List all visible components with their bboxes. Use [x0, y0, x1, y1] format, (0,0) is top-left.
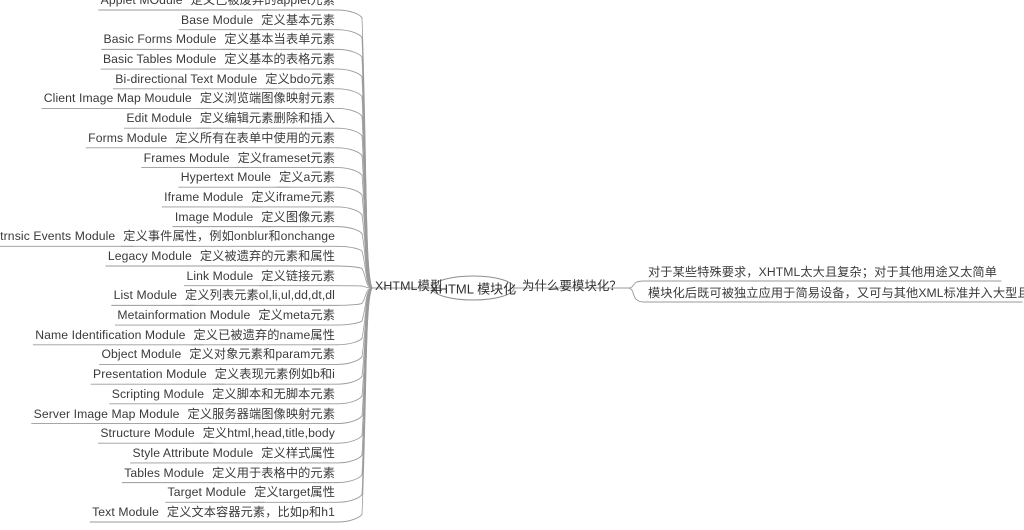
detail-text: 对于某些特殊要求，XHTML太大且复杂；对于其他用途又太简单: [648, 265, 997, 279]
leaf-description: 定义bdo元素: [265, 71, 335, 86]
leaf-description: 定义所有在表单中使用的元素: [175, 130, 335, 145]
leaf-description: 定义meta元素: [258, 308, 335, 323]
leaf-description: 定义服务器端图像映射元素: [187, 406, 335, 421]
leaf-description: 定义事件属性，例如onblur和onchange: [123, 229, 335, 244]
leaf-description: 定义用于表格中的元素: [212, 465, 335, 480]
leaf-description: 定义基本的表格元素: [224, 52, 335, 67]
leaf-module-name: List Module: [113, 288, 178, 303]
leaf-description: 定义链接元素: [261, 268, 335, 283]
leaf-module-name: Basic Forms Module: [103, 32, 217, 47]
leaf-module-name: Object Module: [101, 347, 182, 362]
leaf-module-name: Tables Module: [124, 465, 205, 480]
leaf-description: 定义浏览端图像映射元素: [199, 91, 335, 106]
leaf-description: 定义基本元素: [261, 12, 335, 27]
leaf-module-name: Name Identification Module: [35, 327, 186, 342]
leaf-module-name: Frames Module: [143, 150, 230, 165]
leaf-module-name: Legacy Module: [107, 249, 192, 263]
leaf-module-name: Server Image Map Module: [33, 406, 180, 421]
leaf-module-name: Structure Module: [100, 426, 195, 441]
leaf-module-name: Basic Tables Module: [102, 52, 217, 67]
leaf-description: 定义a元素: [278, 170, 335, 185]
leaf-module-name: Target Module: [167, 485, 247, 500]
leaf-module-name: Edit Module: [126, 111, 192, 126]
leaf-module-name: Scripting Module: [111, 386, 205, 401]
leaf-description: 定义列表元素ol,li,ul,dd,dt,dl: [185, 288, 335, 303]
leaf-module-name: Presentation Module: [93, 367, 207, 382]
leaf-module-name: Base Module: [181, 12, 254, 27]
mindmap-canvas: 定义已被废弃的applet元素定义基本元素定义基本当表单元素 定义基本的表格元素定…: [0, 0, 1024, 530]
branch-why-modularize: 为什么要模块化？: [522, 279, 622, 293]
leaf-module-name: Applet MOdule: [100, 0, 183, 7]
leaf-description: 定义iframe元素: [251, 189, 335, 204]
leaf-description: 定义已被遗弃的name属性: [193, 327, 335, 342]
leaf-description: 定义已被废弃的applet元素: [190, 0, 335, 7]
leaf-module-name: Iframe Module: [164, 189, 244, 204]
leaf-module-name: Instrnsic Events Module: [0, 229, 116, 244]
leaf-description: 定义被遗弃的元素和属性: [199, 249, 335, 263]
leaf-module-name: Forms Module: [88, 130, 168, 145]
leaf-module-name: Image Module: [174, 209, 254, 224]
leaf-description: 定义文本容器元素，比如p和h1: [166, 505, 335, 519]
leaf-module-name: Style Attribute Module: [132, 445, 254, 460]
center-node-xhtml-modularization: XHTML 模块化: [429, 281, 517, 297]
leaf-module-name: Hypertext Moule: [180, 170, 271, 185]
leaf-description: 定义frameset元素: [237, 150, 335, 165]
leaf-description: 定义表现元素例如b和i: [214, 367, 335, 382]
leaf-description: 定义图像元素: [261, 209, 335, 224]
leaf-description: 定义html,head,title,body: [202, 426, 335, 441]
leaf-description: 定义target属性: [254, 485, 335, 500]
leaf-description: 定义对象元素和param元素: [189, 347, 335, 362]
leaf-description: 定义基本当表单元素: [224, 32, 335, 47]
detail-text: 模块化后既可被独立应用于简易设备，又可与其他XML标准并入大型且复杂的应用程序: [648, 286, 1024, 300]
leaf-module-name: Text Module: [92, 505, 159, 519]
leaf-module-name: Link Module: [186, 268, 254, 283]
leaf-module-name: Metainformation Module: [117, 308, 251, 323]
leaf-description: 定义编辑元素删除和插入: [199, 111, 335, 126]
leaf-module-name: Client Image Map Moudule: [43, 91, 192, 106]
leaf-description: 定义样式属性: [261, 445, 335, 460]
leaf-description: 定义脚本和无脚本元素: [212, 386, 335, 401]
leaf-module-name: Bi-directional Text Module: [115, 71, 258, 86]
